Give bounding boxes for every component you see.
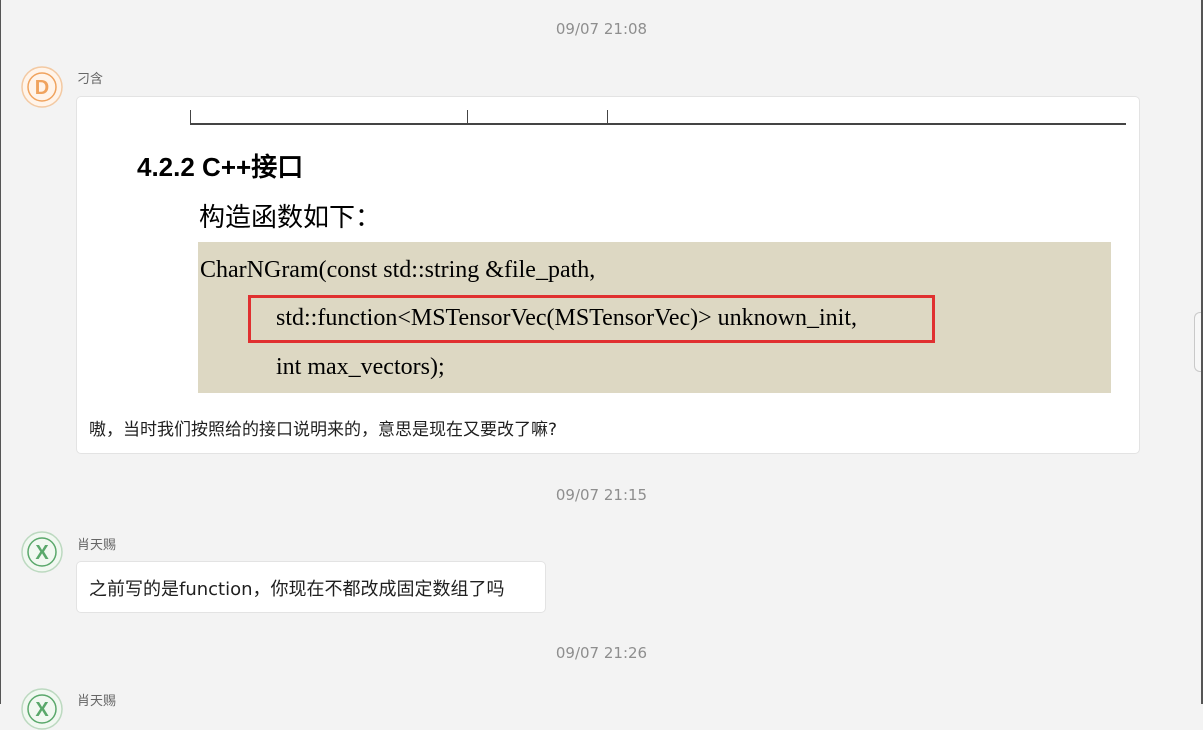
- sender-name[interactable]: 肖天赐: [77, 690, 116, 709]
- message-text: 之前写的是function，你现在不都改成固定数组了吗: [89, 579, 505, 600]
- highlight-box: [248, 295, 935, 343]
- avatar-letter: X: [35, 542, 49, 564]
- document-heading: 4.2.2 C++接口: [137, 152, 304, 182]
- code-line: CharNGram(const std::string &file_path,: [200, 257, 596, 283]
- attachment-image[interactable]: 4.2.2 C++接口 构造函数如下： CharNGram(const std:…: [77, 97, 1139, 417]
- code-block: CharNGram(const std::string &file_path, …: [198, 242, 1111, 393]
- message-bubble[interactable]: 4.2.2 C++接口 构造函数如下： CharNGram(const std:…: [76, 96, 1140, 454]
- avatar-x-icon: X: [21, 531, 63, 573]
- message-timestamp: 09/07 21:26: [555, 644, 648, 662]
- sender-name[interactable]: 肖天赐: [77, 534, 116, 553]
- window-left-border: [0, 0, 1, 704]
- avatar-d-icon: D: [21, 66, 63, 108]
- avatar[interactable]: D: [21, 66, 63, 108]
- message-timestamp: 09/07 21:08: [555, 20, 648, 38]
- message-text: 嗷，当时我们按照给的接口说明来的，意思是现在又要改了嘛?: [89, 420, 558, 440]
- avatar[interactable]: X: [21, 688, 63, 730]
- avatar-x-icon: X: [21, 688, 63, 730]
- message-bubble[interactable]: 之前写的是function，你现在不都改成固定数组了吗: [76, 561, 546, 613]
- avatar-letter: D: [35, 77, 49, 99]
- document-ruler: [190, 107, 1126, 125]
- code-line: int max_vectors);: [276, 354, 445, 380]
- message-timestamp: 09/07 21:15: [555, 486, 648, 504]
- document-subheading: 构造函数如下：: [199, 203, 382, 233]
- avatar-letter: X: [35, 699, 49, 721]
- sender-name[interactable]: 刁含: [77, 68, 103, 87]
- avatar[interactable]: X: [21, 531, 63, 573]
- side-panel-handle[interactable]: [1194, 312, 1201, 372]
